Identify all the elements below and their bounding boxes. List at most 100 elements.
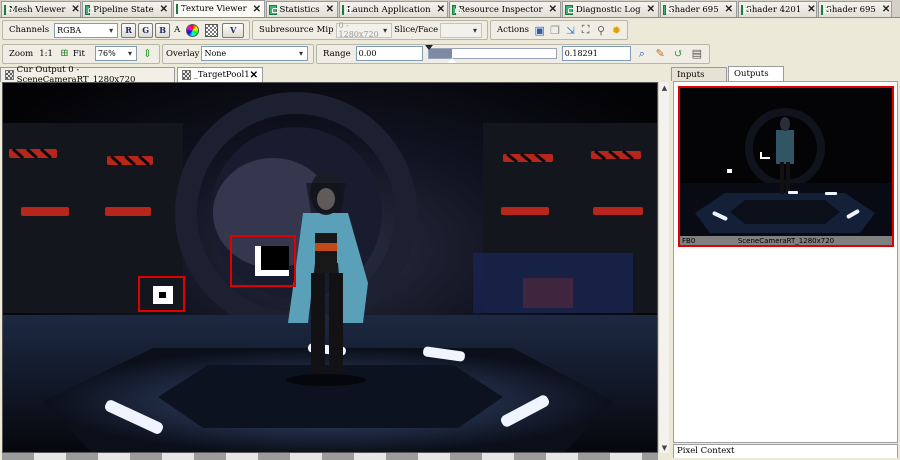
- close-icon[interactable]: ✕: [549, 4, 557, 15]
- pixel-context-title: Pixel Context: [677, 446, 735, 456]
- color-wheel-icon[interactable]: [185, 23, 200, 38]
- close-icon[interactable]: ✕: [250, 70, 258, 81]
- mip-select[interactable]: 0 - 1280x720 ▾: [335, 21, 393, 39]
- output-thumbnail[interactable]: FB0 SceneCameraRT_1280x720: [678, 86, 894, 247]
- close-icon[interactable]: ✕: [725, 4, 733, 15]
- document-tab-bar: Mesh Viewer ✕ Pipeline State ✕ Texture Vie…: [0, 0, 900, 18]
- tab-label: Mesh Viewer: [9, 4, 66, 15]
- zoom-select[interactable]: 76% ▾: [94, 46, 138, 61]
- close-icon[interactable]: ✕: [882, 4, 890, 15]
- checkerboard-icon[interactable]: [204, 23, 219, 38]
- flip-icon[interactable]: ⇕: [141, 46, 154, 61]
- tab-label: Statistics: [279, 4, 320, 15]
- zoom-1to1-button[interactable]: 1:1: [39, 49, 53, 59]
- close-icon[interactable]: ✕: [253, 4, 261, 15]
- range-slider[interactable]: [424, 45, 557, 63]
- tab-icon: [663, 4, 672, 15]
- pixel-context-panel: Pixel Context: [673, 444, 898, 458]
- subresource-label: Subresource: [259, 25, 314, 35]
- tab-label: Shader 695: [668, 4, 719, 15]
- save-icon[interactable]: ▣: [534, 23, 545, 38]
- fit-button[interactable]: Fit: [73, 49, 85, 59]
- auto-fit-icon[interactable]: ↺: [671, 46, 685, 61]
- close-icon[interactable]: ✕: [437, 4, 445, 15]
- thumbnail-image: [680, 88, 892, 236]
- tab-icon: [741, 4, 750, 15]
- texture-icon: [182, 70, 191, 80]
- zoom-group: Zoom 1:1 ⊞ Fit 76% ▾ ⇕: [2, 43, 160, 64]
- overlay-select[interactable]: None ▾: [201, 46, 308, 61]
- range-min-input[interactable]: 0.00: [355, 46, 423, 61]
- channels-toolbar: Channels RGBA ▾ R G B A V Subresource Mip…: [0, 19, 900, 41]
- open-icon[interactable]: ⇲: [565, 23, 576, 38]
- channels-select[interactable]: RGBA ▾: [54, 22, 119, 38]
- histogram-icon[interactable]: ▤: [690, 46, 704, 61]
- tab-target-pool[interactable]: _TargetPool1 ✕: [177, 67, 263, 82]
- chevron-down-icon: ▾: [472, 25, 477, 35]
- texture-icon: [5, 70, 14, 80]
- green-channel-button[interactable]: G: [138, 22, 154, 38]
- blue-channel-button[interactable]: B: [155, 22, 171, 38]
- thumbnail-caption: FB0 SceneCameraRT_1280x720: [680, 236, 892, 245]
- vertical-scrollbar[interactable]: ▲ ▼: [658, 82, 669, 453]
- range-max-value: 0.18291: [564, 49, 598, 58]
- value-channel-button[interactable]: V: [222, 22, 245, 38]
- tab-outputs[interactable]: Outputs: [728, 66, 784, 81]
- tab-label: Resource Inspector: [458, 4, 543, 15]
- close-icon[interactable]: ✕: [160, 4, 168, 15]
- scroll-up-icon[interactable]: ▲: [659, 82, 670, 93]
- tab-shader-695-b[interactable]: Shader 695 ✕: [818, 1, 892, 17]
- link-icon[interactable]: ⚲: [595, 23, 606, 38]
- tab-statistics[interactable]: Statistics ✕: [266, 1, 338, 17]
- tab-launch-application[interactable]: Launch Application ✕: [339, 1, 448, 17]
- tab-mesh-viewer[interactable]: Mesh Viewer ✕: [1, 1, 81, 17]
- range-max-input[interactable]: 0.18291: [561, 46, 631, 61]
- pick-icon[interactable]: ✎: [653, 46, 667, 61]
- overlay-value: None: [204, 49, 227, 58]
- range-min-value: 0.00: [358, 49, 377, 58]
- chevron-down-icon: ▾: [109, 25, 114, 35]
- slice-label: Slice/Face: [394, 25, 439, 35]
- thumbnail-name: SceneCameraRT_1280x720: [737, 236, 835, 245]
- range-max-handle[interactable]: [447, 58, 456, 63]
- settings-icon[interactable]: ✹: [611, 23, 622, 38]
- horizontal-scrollbar[interactable]: [2, 453, 658, 460]
- tab-label: Pipeline State: [93, 4, 154, 15]
- tab-icon: [85, 4, 95, 15]
- zoom-range-icon[interactable]: ⌕: [635, 46, 649, 61]
- tab-shader-695[interactable]: Shader 695 ✕: [660, 1, 737, 17]
- tab-inputs[interactable]: Inputs: [671, 67, 727, 81]
- tab-pipeline-state[interactable]: Pipeline State ✕: [82, 1, 172, 17]
- chevron-down-icon: ▾: [383, 25, 388, 35]
- tab-resource-inspector[interactable]: Resource Inspector ✕: [449, 1, 561, 17]
- tab-label: Shader 695: [826, 4, 876, 15]
- close-icon[interactable]: ✕: [71, 4, 79, 15]
- goto-icon[interactable]: ⛶: [580, 23, 591, 38]
- tab-diagnostic-log[interactable]: Diagnostic Log ✕: [562, 1, 659, 17]
- chevron-down-icon: ▾: [298, 49, 303, 58]
- tab-icon: [565, 4, 574, 15]
- texture-viewport[interactable]: [2, 82, 658, 453]
- tab-cur-output[interactable]: Cur Output 0 - SceneCameraRT_1280x720: [0, 65, 175, 85]
- texture-tab-bar: Cur Output 0 - SceneCameraRT_1280x720 _T…: [0, 65, 670, 85]
- red-channel-button[interactable]: R: [121, 22, 137, 38]
- tab-label: Diagnostic Log: [575, 4, 641, 15]
- mip-label: Mip: [316, 25, 334, 35]
- close-icon[interactable]: ✕: [326, 4, 334, 15]
- tab-shader-4201[interactable]: Shader 4201 ✕: [738, 1, 817, 17]
- close-icon[interactable]: ✕: [647, 4, 655, 15]
- range-label: Range: [323, 48, 351, 59]
- slice-select[interactable]: ▾: [440, 22, 482, 38]
- close-icon[interactable]: ✕: [807, 4, 815, 15]
- fit-icon[interactable]: ⊞: [58, 46, 71, 61]
- channels-group: Channels RGBA ▾ R G B A V: [2, 20, 250, 40]
- alpha-channel-label[interactable]: A: [174, 25, 180, 35]
- zoom-toolbar: Zoom 1:1 ⊞ Fit 76% ▾ ⇕ Overlay None ▾ Rang…: [0, 43, 900, 64]
- scroll-down-icon[interactable]: ▼: [659, 442, 670, 453]
- actions-label: Actions: [497, 25, 529, 35]
- tab-icon: [4, 4, 13, 15]
- copy-icon[interactable]: ❐: [549, 23, 560, 38]
- range-fill: [428, 49, 452, 58]
- range-min-handle[interactable]: [424, 45, 433, 50]
- tab-texture-viewer[interactable]: Texture Viewer ✕: [173, 0, 265, 17]
